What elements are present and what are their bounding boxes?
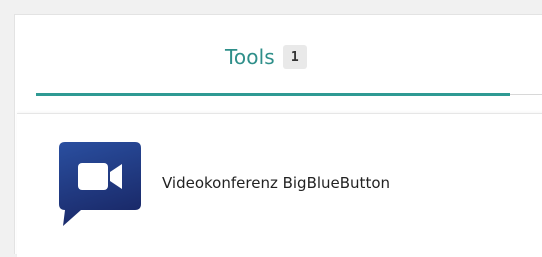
tool-list: Videokonferenz BigBlueButton — [17, 113, 542, 257]
tool-item-bigbluebutton[interactable]: Videokonferenz BigBlueButton — [17, 114, 542, 257]
active-tab-indicator — [36, 93, 510, 96]
tab-label-row: Tools 1 — [225, 39, 307, 75]
tools-panel: Tools 1 Videokonferenz BigBlueButton — [14, 14, 542, 257]
tab-tools[interactable]: Tools 1 — [15, 15, 542, 113]
tab-label: Tools — [225, 45, 275, 69]
video-camera-chat-icon — [59, 142, 141, 226]
tab-count-badge: 1 — [282, 45, 307, 69]
tab-bar-divider — [510, 94, 542, 95]
tool-label: Videokonferenz BigBlueButton — [162, 174, 391, 192]
